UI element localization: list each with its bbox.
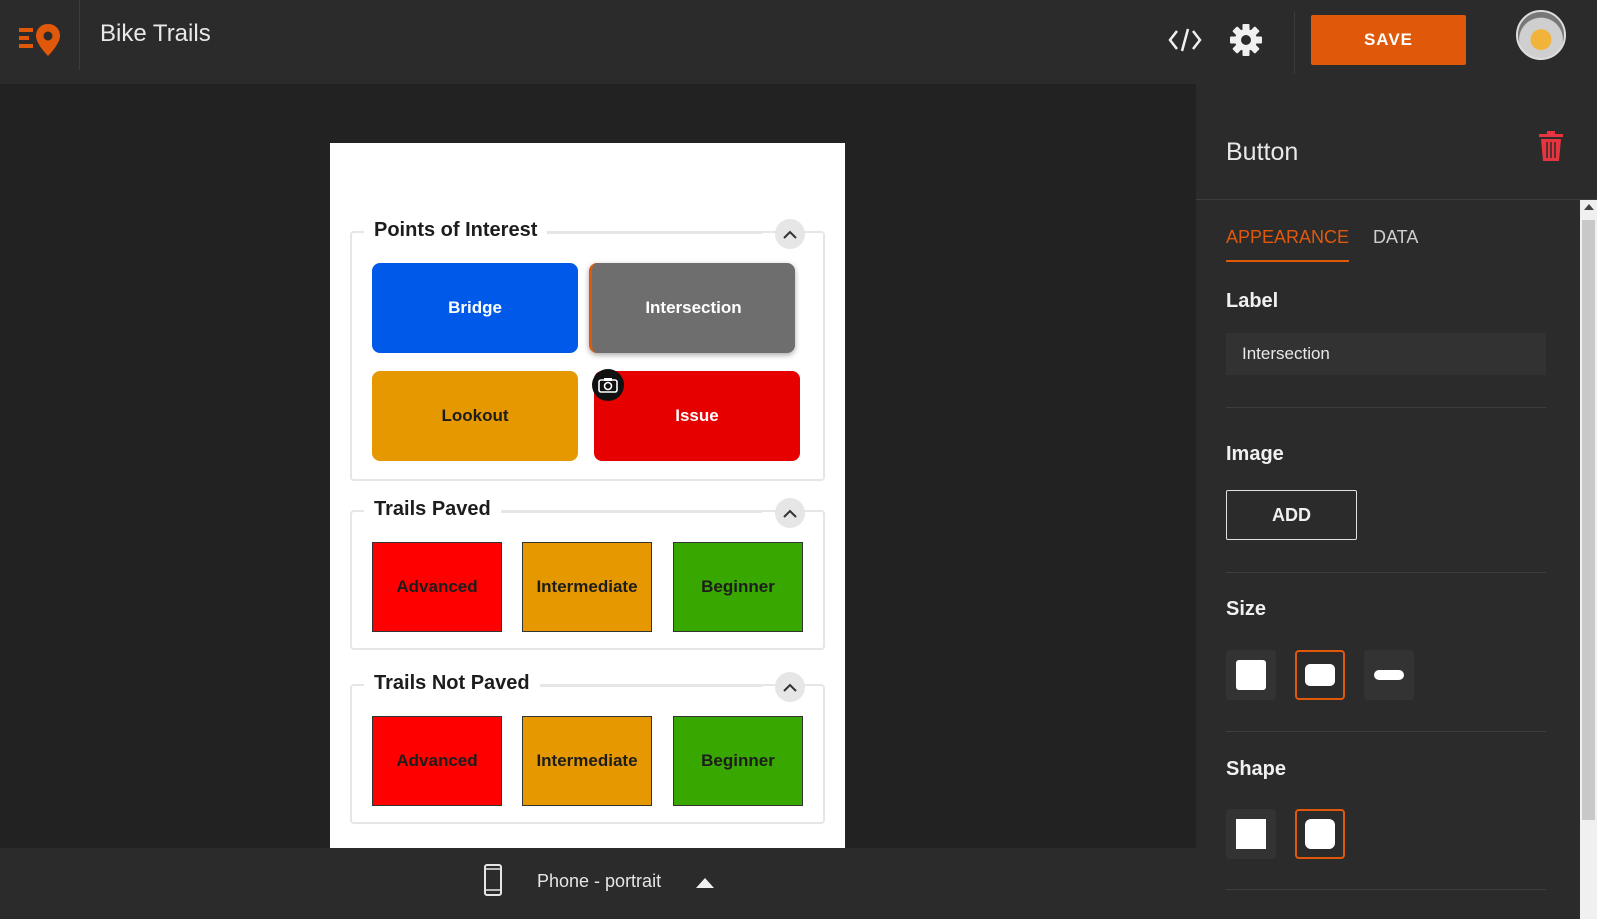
app-title: Bike Trails bbox=[100, 20, 211, 47]
device-bar: Phone - portrait bbox=[0, 848, 1196, 919]
size-heading: Size bbox=[1226, 598, 1267, 620]
properties-panel: Button APPEARANCE DATA Label Image ADD S… bbox=[1196, 84, 1597, 919]
shape-option-rounded[interactable] bbox=[1295, 809, 1345, 859]
app-logo-icon[interactable] bbox=[19, 22, 61, 58]
panel-title: Button bbox=[1226, 138, 1299, 166]
size-option-small[interactable] bbox=[1226, 650, 1276, 700]
section-divider bbox=[1226, 572, 1546, 573]
trail-button-beginner[interactable]: Beginner bbox=[673, 542, 803, 632]
group-title-rule bbox=[542, 232, 762, 234]
add-image-button[interactable]: ADD bbox=[1226, 490, 1357, 540]
shape-rounded-swatch bbox=[1305, 819, 1335, 849]
size-medium-swatch bbox=[1305, 664, 1335, 686]
poi-button-intersection[interactable]: Intersection bbox=[589, 263, 795, 353]
chevron-up-icon bbox=[783, 509, 797, 518]
group-trails-paved: Trails Paved Advanced Intermediate Begin… bbox=[350, 498, 825, 650]
poi-button-issue-label: Issue bbox=[675, 406, 719, 425]
section-divider bbox=[1226, 731, 1546, 732]
scroll-thumb[interactable] bbox=[1582, 220, 1595, 820]
shape-option-square[interactable] bbox=[1226, 809, 1276, 859]
section-divider bbox=[1226, 407, 1546, 408]
trail-button-advanced[interactable]: Advanced bbox=[372, 716, 502, 806]
trail-button-intermediate[interactable]: Intermediate bbox=[522, 716, 652, 806]
trail-button-advanced[interactable]: Advanced bbox=[372, 542, 502, 632]
size-wide-swatch bbox=[1374, 670, 1404, 680]
size-small-swatch bbox=[1236, 660, 1266, 690]
code-icon[interactable] bbox=[1168, 26, 1202, 54]
group-points-of-interest: Points of Interest Bridge Intersection L… bbox=[350, 219, 825, 481]
image-heading: Image bbox=[1226, 443, 1284, 465]
scroll-up-arrow-icon[interactable] bbox=[1584, 204, 1594, 210]
group-title: Points of Interest bbox=[364, 219, 548, 242]
group-title: Trails Paved bbox=[364, 498, 501, 521]
camera-icon bbox=[592, 369, 624, 401]
collapse-button[interactable] bbox=[775, 498, 805, 528]
user-avatar[interactable] bbox=[1516, 10, 1566, 60]
chevron-up-icon bbox=[783, 683, 797, 692]
header-divider bbox=[79, 0, 80, 70]
phone-preview: Points of Interest Bridge Intersection L… bbox=[330, 143, 845, 848]
shape-square-swatch bbox=[1236, 819, 1266, 849]
phone-icon bbox=[484, 864, 502, 896]
poi-button-issue[interactable]: Issue bbox=[592, 369, 800, 461]
save-button[interactable]: SAVE bbox=[1311, 15, 1466, 65]
group-title: Trails Not Paved bbox=[364, 672, 540, 695]
label-input[interactable] bbox=[1226, 333, 1546, 375]
group-title-rule bbox=[532, 685, 762, 687]
collapse-button[interactable] bbox=[775, 672, 805, 702]
poi-button-lookout[interactable]: Lookout bbox=[372, 371, 578, 461]
device-selector-label[interactable]: Phone - portrait bbox=[537, 871, 661, 892]
gear-icon[interactable] bbox=[1229, 23, 1263, 57]
shape-heading: Shape bbox=[1226, 758, 1287, 780]
tab-appearance[interactable]: APPEARANCE bbox=[1226, 227, 1350, 262]
panel-divider bbox=[1196, 199, 1597, 200]
tab-data[interactable]: DATA bbox=[1373, 227, 1418, 260]
collapse-button[interactable] bbox=[775, 219, 805, 249]
size-option-wide[interactable] bbox=[1364, 650, 1414, 700]
group-title-rule bbox=[497, 511, 762, 513]
header-divider bbox=[1294, 12, 1295, 74]
size-option-medium[interactable] bbox=[1295, 650, 1345, 700]
label-heading: Label bbox=[1226, 290, 1279, 312]
caret-up-icon[interactable] bbox=[696, 878, 714, 888]
trail-button-intermediate[interactable]: Intermediate bbox=[522, 542, 652, 632]
panel-scrollbar[interactable] bbox=[1580, 200, 1597, 919]
poi-button-bridge[interactable]: Bridge bbox=[372, 263, 578, 353]
chevron-up-icon bbox=[783, 230, 797, 239]
section-divider bbox=[1226, 889, 1546, 890]
trail-button-beginner[interactable]: Beginner bbox=[673, 716, 803, 806]
group-trails-not-paved: Trails Not Paved Advanced Intermediate B… bbox=[350, 672, 825, 824]
trash-icon[interactable] bbox=[1539, 131, 1563, 161]
top-bar: Bike Trails SAVE bbox=[0, 0, 1597, 84]
